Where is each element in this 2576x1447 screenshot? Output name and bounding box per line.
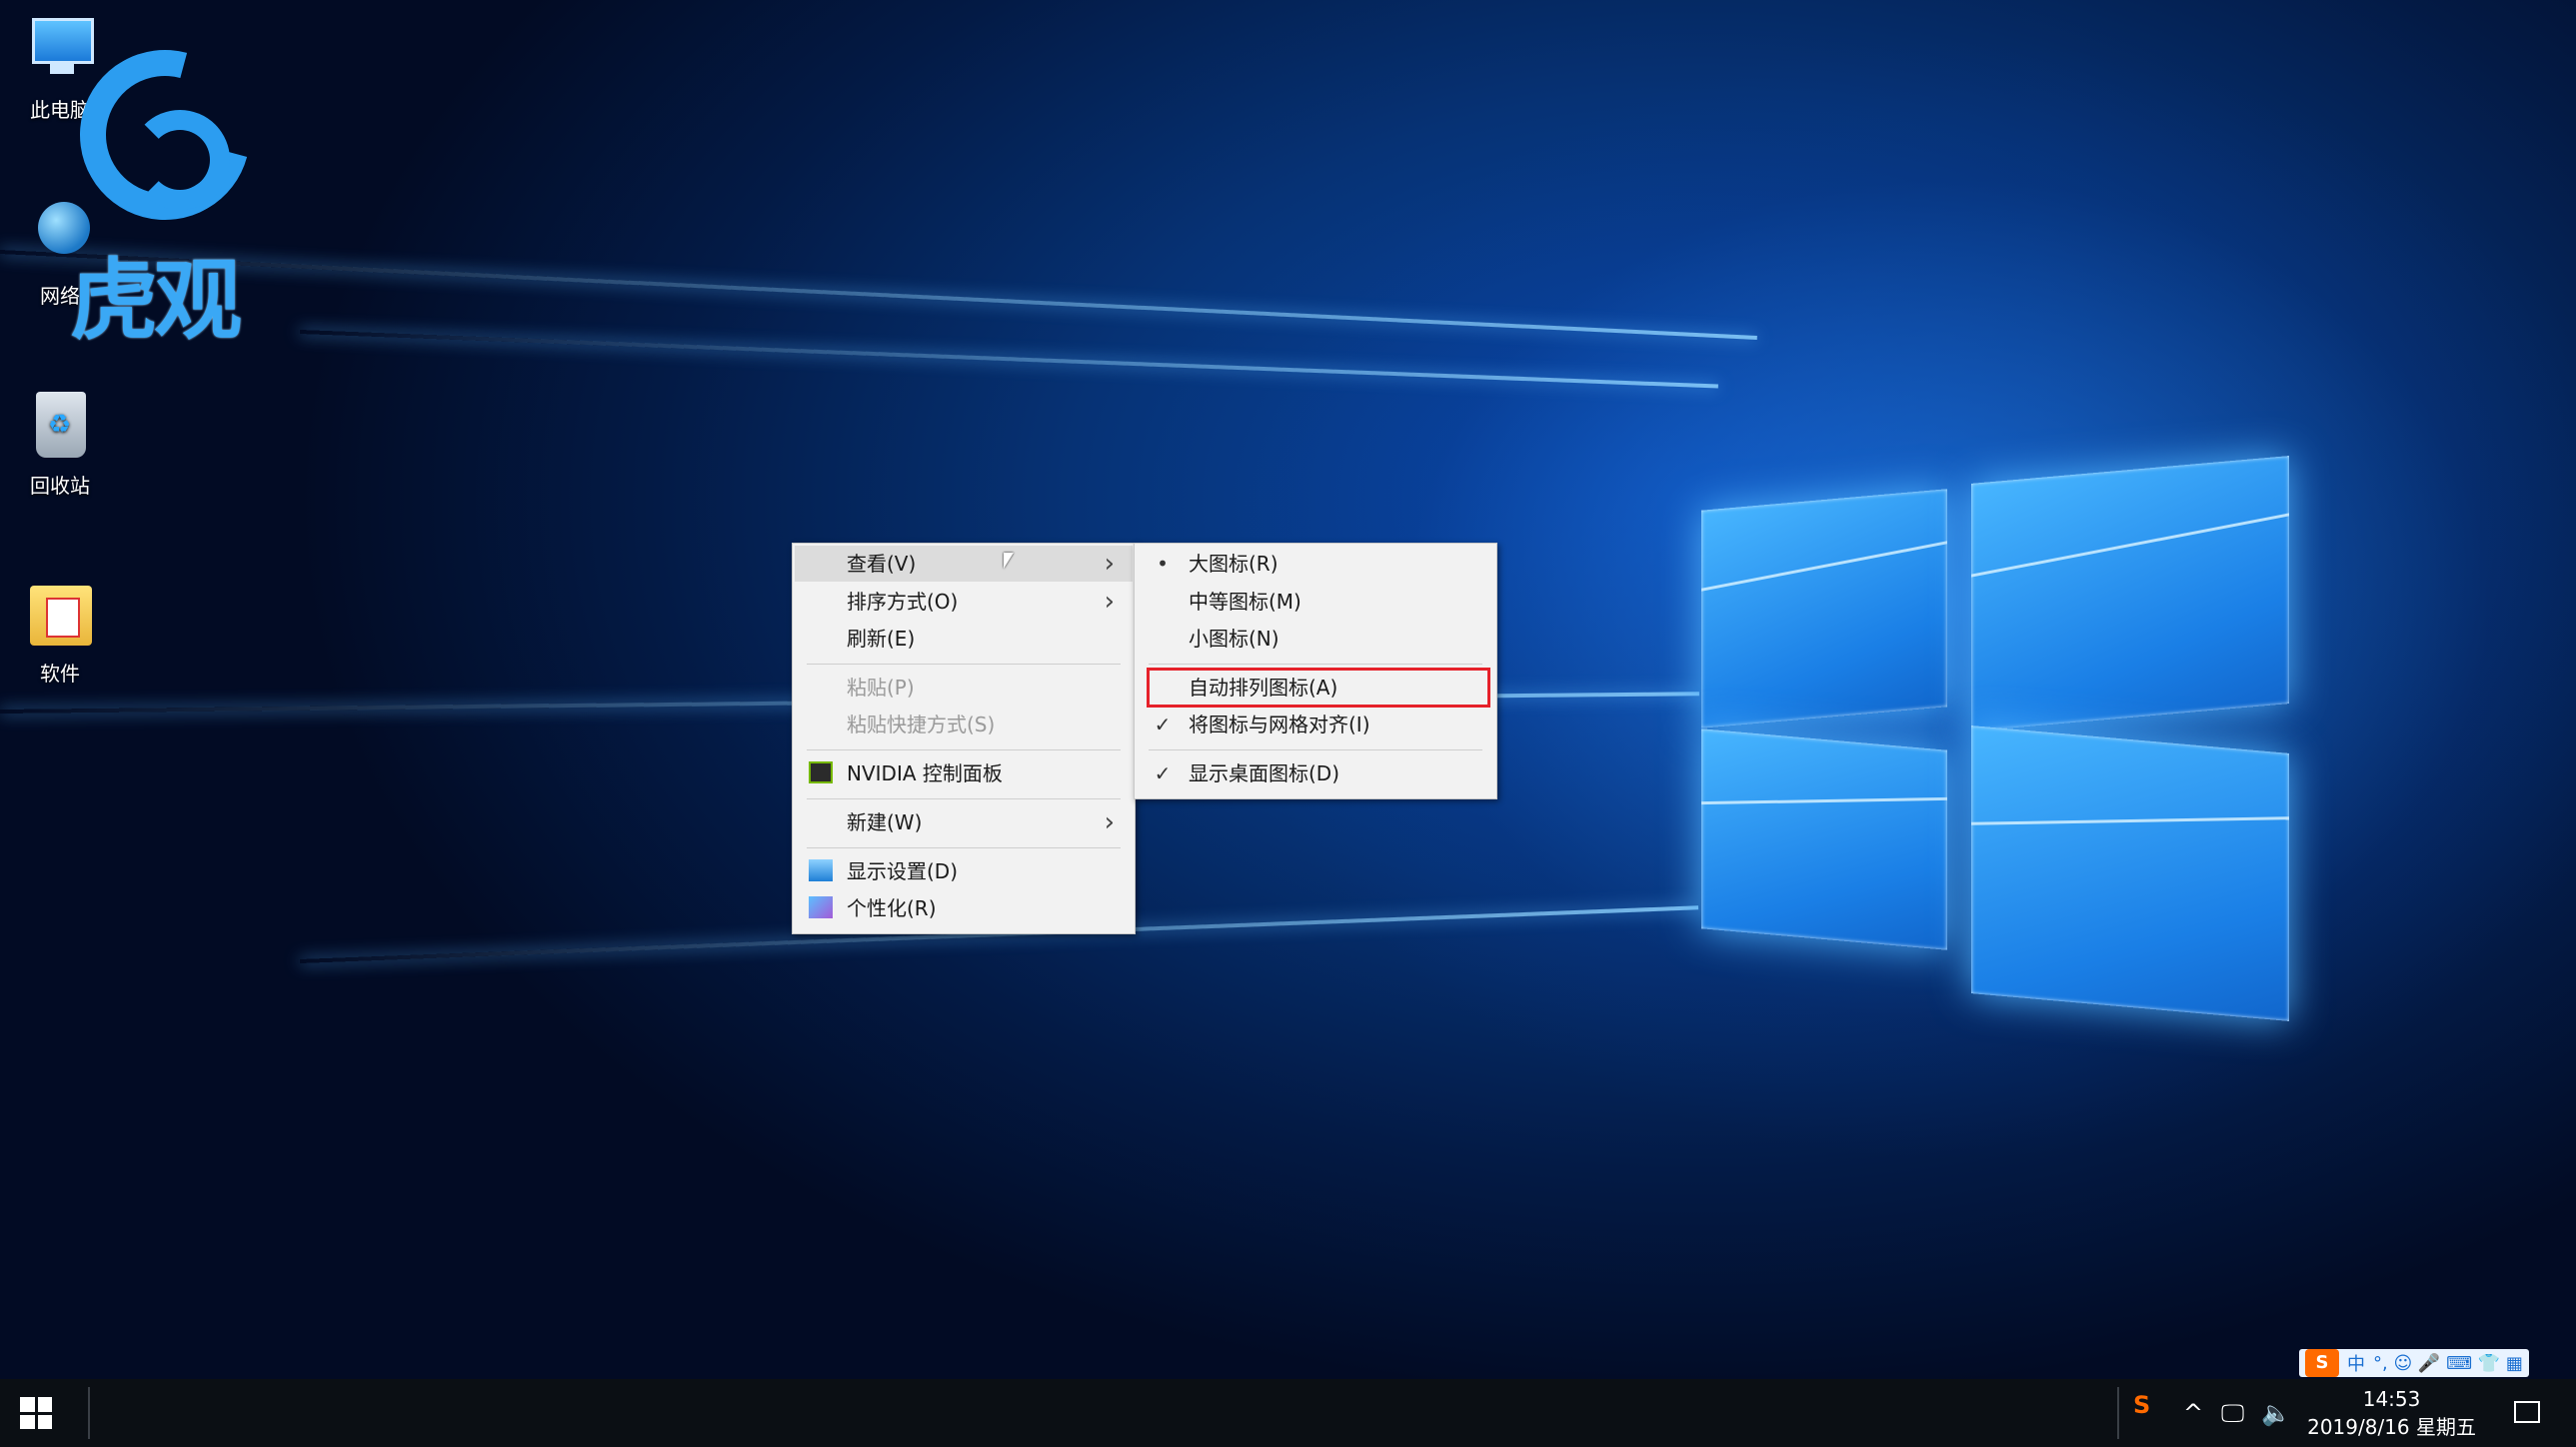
menu-item-label: NVIDIA 控制面板 bbox=[847, 761, 1003, 785]
windows-logo-pane bbox=[1701, 728, 1947, 950]
ime-toolbar-icons[interactable]: °, ☺ 🎤 ⌨ 👕 ▦ bbox=[2373, 1353, 2523, 1374]
windows-logo-pane bbox=[1701, 489, 1947, 728]
menu-item-view[interactable]: 查看(V) › bbox=[795, 546, 1133, 582]
chevron-right-icon: › bbox=[1104, 587, 1115, 617]
windows-logo-icon bbox=[37, 1414, 52, 1429]
ime-mode-label[interactable]: 中 bbox=[2347, 1350, 2365, 1376]
menu-item-refresh[interactable]: 刷新(E) bbox=[795, 621, 1133, 657]
mouse-cursor-icon bbox=[1004, 553, 1014, 569]
submenu-item-medium-icons[interactable]: 中等图标(M) bbox=[1137, 584, 1494, 620]
display-settings-icon bbox=[809, 859, 833, 881]
menu-separator bbox=[1149, 749, 1482, 750]
ime-toolbar[interactable]: S 中 °, ☺ 🎤 ⌨ 👕 ▦ bbox=[2299, 1349, 2529, 1377]
submenu-item-label: 大图标(R) bbox=[1189, 552, 1279, 576]
menu-item-label: 粘贴快捷方式(S) bbox=[847, 713, 996, 736]
chevron-right-icon: › bbox=[1104, 549, 1115, 579]
menu-separator bbox=[807, 749, 1121, 750]
folder-icon bbox=[22, 576, 98, 652]
desktop-icon-label: 回收站 bbox=[30, 474, 90, 498]
huguan-logo: 虎观 bbox=[48, 18, 282, 352]
chevron-up-icon[interactable]: ^ bbox=[2183, 1399, 2203, 1427]
windows-logo-icon bbox=[37, 1397, 52, 1412]
windows-logo-pane bbox=[1971, 456, 2289, 731]
personalize-icon bbox=[809, 896, 833, 918]
menu-item-display-settings[interactable]: 显示设置(D) bbox=[795, 853, 1133, 889]
menu-item-label: 个性化(R) bbox=[847, 896, 937, 920]
submenu-item-label: 中等图标(M) bbox=[1189, 590, 1301, 614]
menu-item-label: 查看(V) bbox=[847, 552, 917, 576]
menu-item-personalize[interactable]: 个性化(R) bbox=[795, 890, 1133, 926]
menu-separator bbox=[807, 847, 1121, 848]
watermark-text: 虎观 bbox=[70, 249, 242, 352]
desktop-icon-software[interactable]: 软件 bbox=[0, 576, 120, 687]
desktop-icon-label: 软件 bbox=[40, 662, 80, 686]
start-button[interactable] bbox=[20, 1397, 52, 1429]
windows-logo-pane bbox=[1971, 725, 2289, 1021]
clock-date: 2019/8/16 星期五 bbox=[2307, 1415, 2476, 1439]
menu-separator bbox=[1149, 664, 1482, 665]
submenu-item-large-icons[interactable]: • 大图标(R) bbox=[1137, 546, 1494, 582]
action-center-icon[interactable] bbox=[2514, 1401, 2540, 1423]
menu-item-label: 刷新(E) bbox=[847, 627, 916, 651]
desktop[interactable]: 此电脑 网络 回收站 软件 虎观 查看(V) › 排序方式(O) › 刷新(E)… bbox=[0, 0, 2576, 1379]
submenu-item-small-icons[interactable]: 小图标(N) bbox=[1137, 621, 1494, 657]
check-icon: ✓ bbox=[1154, 761, 1172, 785]
submenu-item-label: 将图标与网格对齐(I) bbox=[1189, 713, 1370, 736]
nvidia-icon bbox=[809, 761, 833, 783]
menu-item-label: 排序方式(O) bbox=[847, 590, 959, 614]
highlight-outline bbox=[1147, 668, 1490, 708]
submenu-item-align-to-grid[interactable]: ✓ 将图标与网格对齐(I) bbox=[1137, 707, 1494, 742]
menu-item-label: 新建(W) bbox=[847, 810, 923, 834]
radio-dot-icon: • bbox=[1157, 552, 1169, 576]
light-beam bbox=[299, 330, 1718, 389]
sogou-icon[interactable]: S bbox=[2305, 1349, 2339, 1377]
submenu-item-label: 小图标(N) bbox=[1189, 627, 1280, 651]
desktop-context-menu: 查看(V) › 排序方式(O) › 刷新(E) 粘贴(P) 粘贴快捷方式(S) … bbox=[792, 543, 1136, 934]
menu-item-sort-by[interactable]: 排序方式(O) › bbox=[795, 584, 1133, 620]
taskbar-divider bbox=[88, 1387, 90, 1439]
desktop-icon-recycle-bin[interactable]: 回收站 bbox=[0, 388, 120, 499]
chevron-right-icon: › bbox=[1104, 807, 1115, 837]
sogou-icon[interactable]: S bbox=[2133, 1391, 2150, 1419]
volume-icon[interactable]: 🔈 bbox=[2261, 1399, 2291, 1427]
view-submenu: • 大图标(R) 中等图标(M) 小图标(N) 自动排列图标(A) ✓ 将图标与… bbox=[1134, 543, 1497, 799]
clock-time: 14:53 bbox=[2362, 1387, 2421, 1411]
menu-item-paste-shortcut[interactable]: 粘贴快捷方式(S) bbox=[795, 707, 1133, 742]
taskbar: S ^ 🖵 🔈 14:53 2019/8/16 星期五 bbox=[0, 1379, 2576, 1447]
menu-item-label: 显示设置(D) bbox=[847, 859, 959, 883]
menu-separator bbox=[807, 798, 1121, 799]
taskbar-clock[interactable]: 14:53 2019/8/16 星期五 bbox=[2307, 1385, 2476, 1441]
windows-logo-icon bbox=[20, 1414, 35, 1429]
menu-item-paste[interactable]: 粘贴(P) bbox=[795, 670, 1133, 706]
recycle-bin-icon bbox=[22, 388, 98, 464]
huguan-emblem bbox=[130, 110, 230, 210]
submenu-item-label: 显示桌面图标(D) bbox=[1189, 761, 1340, 785]
menu-item-label: 粘贴(P) bbox=[847, 676, 915, 700]
network-icon[interactable]: 🖵 bbox=[2221, 1399, 2244, 1427]
windows-logo-icon bbox=[20, 1397, 35, 1412]
taskbar-divider bbox=[2117, 1387, 2119, 1439]
check-icon: ✓ bbox=[1154, 713, 1172, 736]
menu-separator bbox=[807, 664, 1121, 665]
menu-item-new[interactable]: 新建(W) › bbox=[795, 804, 1133, 840]
menu-item-nvidia-control-panel[interactable]: NVIDIA 控制面板 bbox=[795, 755, 1133, 791]
submenu-item-show-desktop-icons[interactable]: ✓ 显示桌面图标(D) bbox=[1137, 755, 1494, 791]
